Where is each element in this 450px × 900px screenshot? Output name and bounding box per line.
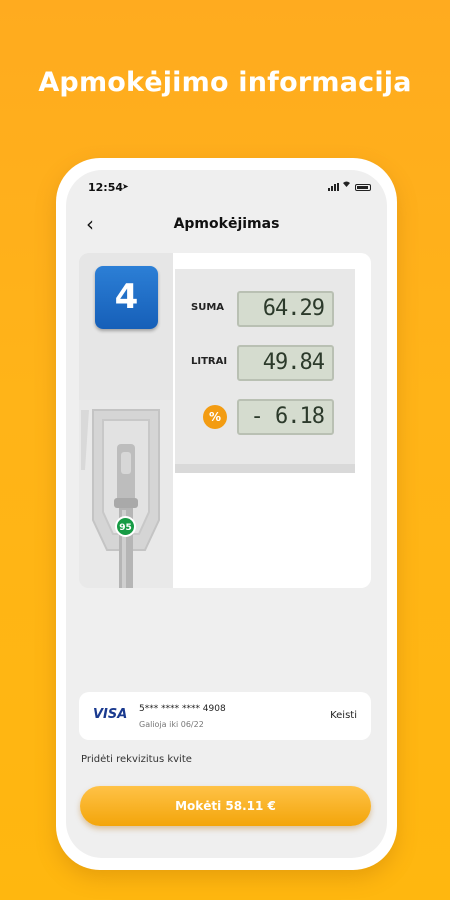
headline: Apmokėjimo informacija	[38, 67, 412, 98]
pump-number-badge: 4	[95, 266, 158, 329]
pump-display: SUMA 64.29 LITRAI 49.84 % - 6.18	[175, 269, 355, 473]
status-time: 12:54	[88, 181, 124, 194]
app-screen: 12:54 ➤ ‹ Apmokėjimas 4 95 SUMA 64.29 LI…	[66, 170, 387, 858]
add-invoice-details-link[interactable]: Pridėti rekvizitus kvite	[81, 754, 192, 765]
percent-icon: %	[203, 405, 227, 429]
pay-button[interactable]: Mokėti 58.11 €	[80, 786, 371, 826]
liters-row: LITRAI 49.84	[175, 345, 355, 381]
payment-card-row[interactable]: VISA 5*** **** **** 4908 Galioja iki 06/…	[79, 692, 371, 740]
pump-card: 4 95 SUMA 64.29 LITRAI 49.84 % - 6.18	[79, 253, 371, 588]
liters-label: LITRAI	[191, 356, 228, 367]
sum-row: SUMA 64.29	[175, 291, 355, 327]
change-card-link[interactable]: Keisti	[330, 710, 357, 721]
nav-bar: ‹ Apmokėjimas	[66, 210, 387, 240]
wifi-icon	[342, 180, 351, 191]
pump-illustration: 4 95	[79, 253, 173, 588]
liters-value: 49.84	[237, 345, 334, 381]
discount-row: % - 6.18	[175, 399, 355, 435]
card-number: 5*** **** **** 4908	[139, 704, 226, 714]
phone-frame: 12:54 ➤ ‹ Apmokėjimas 4 95 SUMA 64.29 LI…	[56, 158, 397, 870]
card-expiry: Galioja iki 06/22	[139, 720, 204, 729]
visa-logo: VISA	[93, 707, 128, 722]
discount-value: - 6.18	[237, 399, 334, 435]
location-icon: ➤	[122, 182, 129, 191]
fuel-nozzle-illustration	[79, 400, 173, 588]
fuel-grade-badge: 95	[115, 516, 136, 537]
signal-icon	[328, 183, 339, 191]
sum-value: 64.29	[237, 291, 334, 327]
sum-label: SUMA	[191, 302, 225, 313]
page-title: Apmokėjimas	[173, 216, 280, 232]
battery-icon	[355, 184, 371, 191]
status-bar: 12:54 ➤	[66, 170, 387, 204]
